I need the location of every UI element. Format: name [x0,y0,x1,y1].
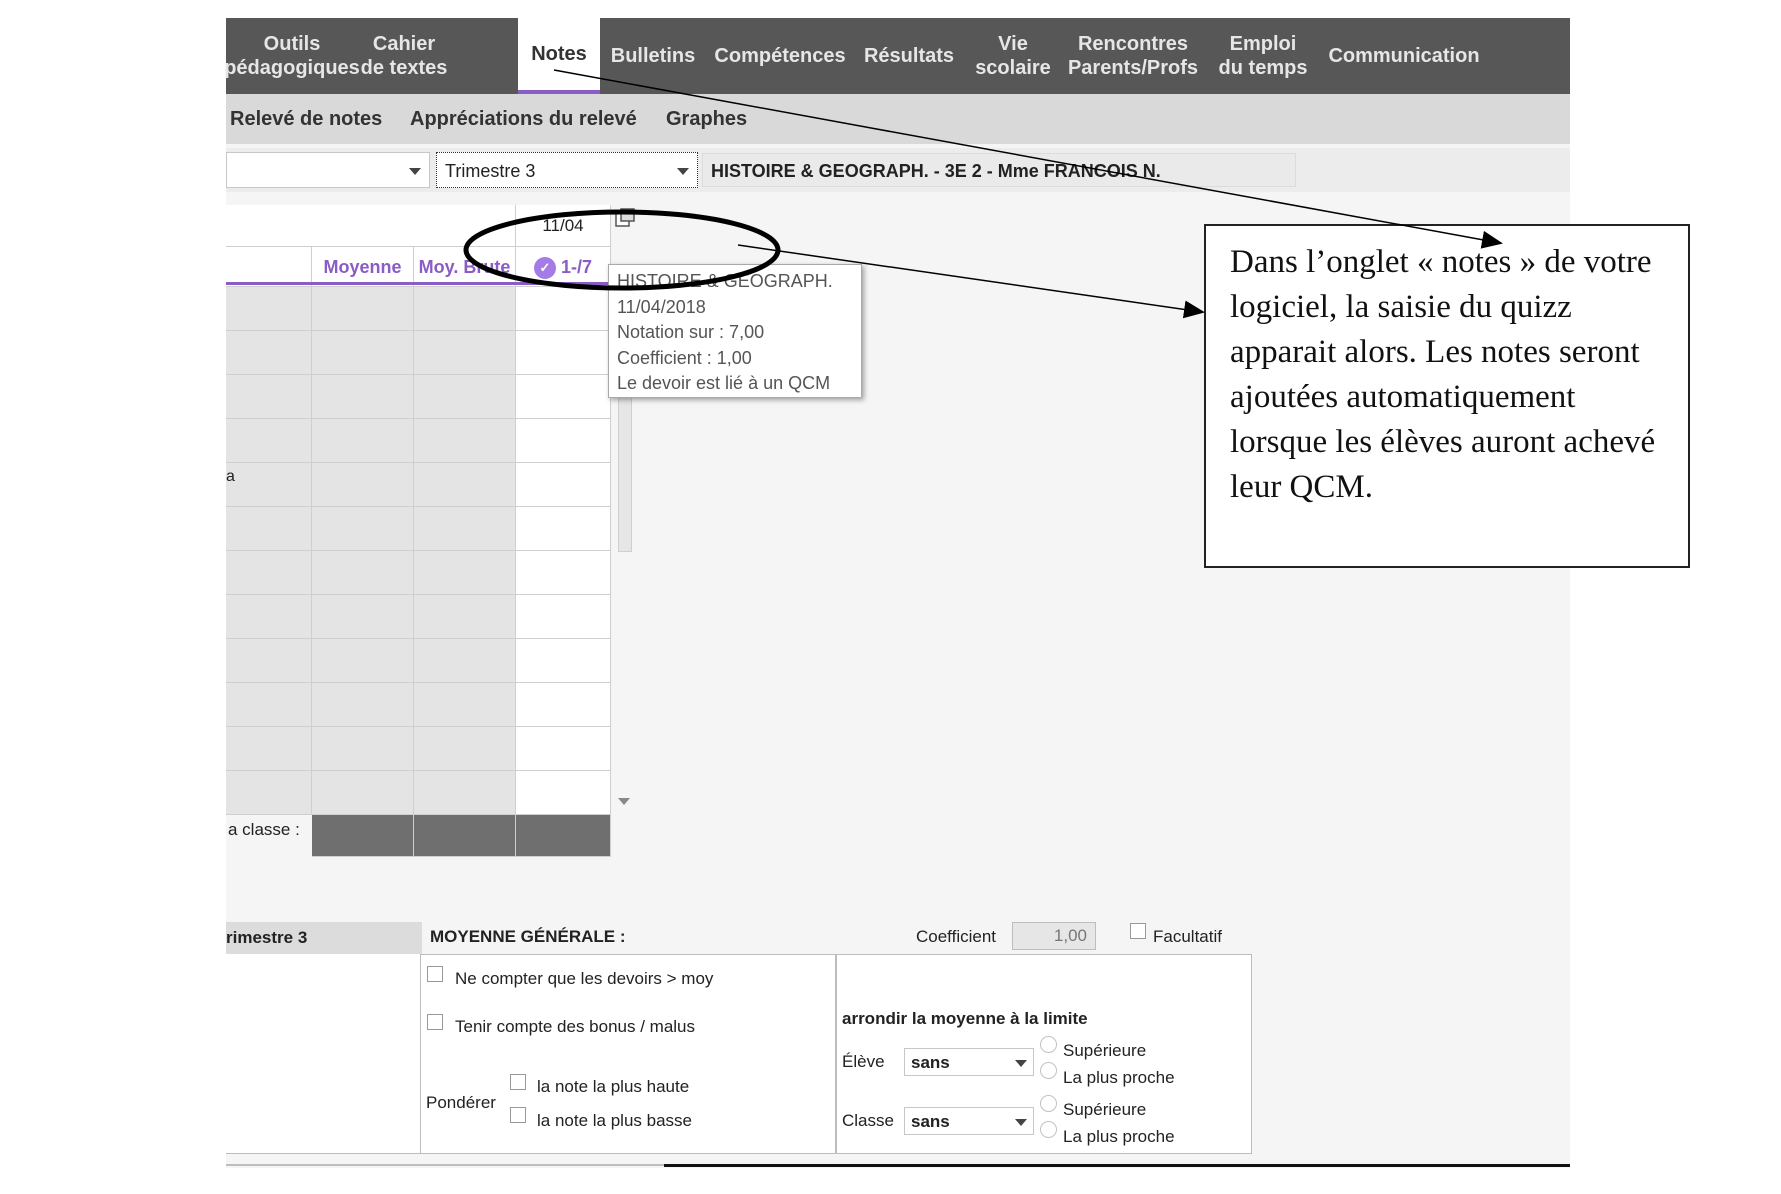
arrow-to-callout [737,244,1205,319]
highlight-ellipse [463,209,781,291]
annotation-overlay [463,69,1503,319]
